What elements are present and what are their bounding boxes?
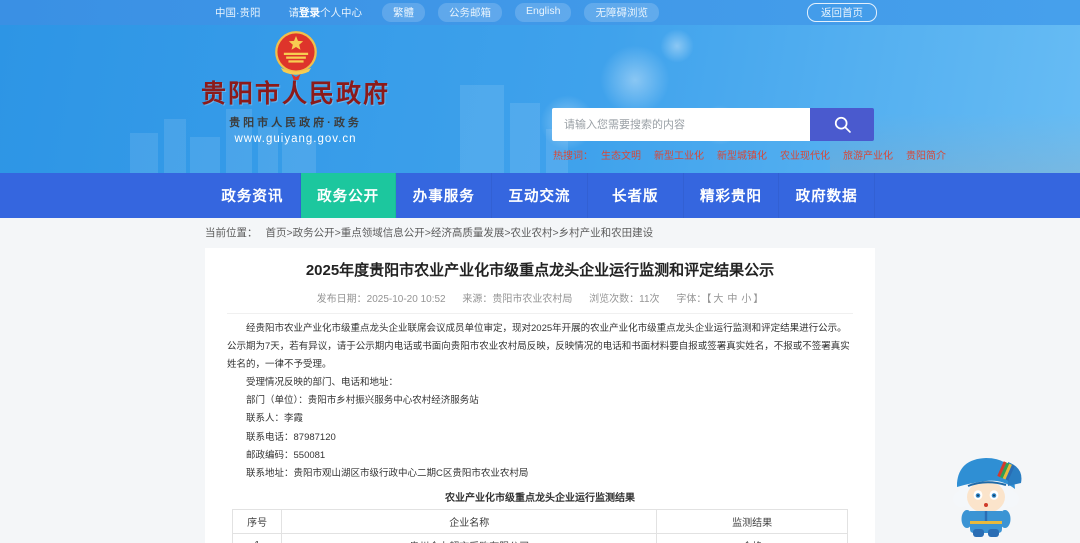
article-paragraph: 部门（单位）：贵阳市乡村振兴服务中心农村经济服务站: [246, 395, 479, 407]
font-size-small-button[interactable]: 小: [741, 294, 751, 305]
assistant-mascot-icon[interactable]: [944, 449, 1028, 537]
result-table-header-cell: 企业名称: [281, 508, 658, 534]
result-table-header-cell: 序号: [231, 508, 283, 534]
login-pre-text: 请: [288, 7, 300, 19]
breadcrumb-path[interactable]: 首页>政务公开>重点领域信息公开>经济高质量发展>农业农村>乡村产业和农田建设: [266, 227, 654, 239]
article-meta: 发布日期：2025-10-20 10:52 来源：贵阳市农业农村局 浏览次数：1…: [227, 290, 853, 315]
article-paragraph: 邮政编码：550081: [246, 449, 326, 461]
cell-monitor-result: 合格: [656, 532, 848, 543]
article-paragraph: 经贵阳市农业产业化市级重点龙头企业联席会议成员单位审定，现对2025年开展的农业…: [227, 323, 850, 371]
hot-search-word-link[interactable]: 农业现代化: [780, 147, 830, 162]
search-input[interactable]: [552, 108, 810, 141]
site-title: 贵阳市人民政府: [200, 80, 390, 108]
national-emblem-icon: [274, 31, 317, 80]
topbar-pill-link[interactable]: English: [515, 3, 572, 22]
topbar-pill-group: 繁體 公务邮箱 English 无障碍浏览: [382, 3, 672, 22]
nav-tab[interactable]: 政务资讯: [205, 173, 301, 218]
view-count: 浏览次数：11次: [589, 294, 660, 306]
font-size-control: 字体：【大中小】: [676, 294, 763, 305]
cell-index: 1: [231, 532, 283, 543]
result-table: 序号企业名称监测结果 1 贵州合力超市采购有限公司 合格 2 贵州友禾种业有限公…: [231, 508, 848, 543]
breadcrumb-label: 当前位置：: [205, 227, 258, 239]
bokeh-decoration: [660, 29, 694, 63]
main-navigation: 政务资讯 政务公开 办事服务 互动交流 长者版 精彩贵阳 政府数据: [0, 173, 1080, 218]
topbar-pill-link[interactable]: 无障碍浏览: [584, 3, 659, 22]
result-table-header-row: 序号 企业名称 监测结果: [231, 508, 848, 534]
back-to-home-button[interactable]: 返回首页: [807, 3, 877, 22]
search-bar: [552, 108, 874, 141]
cell-company-name: 贵州合力超市采购有限公司: [281, 532, 658, 543]
breadcrumb: 当前位置： 首页>政务公开>重点领域信息公开>经济高质量发展>农业农村>乡村产业和…: [205, 226, 1080, 240]
nav-tab[interactable]: 办事服务: [396, 173, 493, 218]
login-link[interactable]: 请登录个人中心: [289, 5, 363, 20]
font-size-label-close: 】: [753, 294, 764, 306]
font-size-large-button[interactable]: 大: [713, 294, 723, 305]
article-paragraph: 联系电话：87987120: [246, 431, 336, 443]
article-title: 2025年度贵阳市农业产业化市级重点龙头企业运行监测和评定结果公示: [305, 262, 775, 279]
publish-date: 发布日期：2025-10-20 10:52: [316, 294, 446, 306]
nav-tab[interactable]: 精彩贵阳: [684, 173, 780, 218]
article-body: 经贵阳市农业产业化市级重点龙头企业联席会议成员单位审定，现对2025年开展的农业…: [227, 320, 853, 482]
nav-tab[interactable]: 长者版: [588, 173, 684, 218]
result-table-header-cell: 监测结果: [656, 508, 848, 534]
article-card: 2025年度贵阳市农业产业化市级重点龙头企业运行监测和评定结果公示 发布日期：2…: [205, 248, 875, 543]
result-table-row: 1 贵州合力超市采购有限公司 合格: [231, 532, 848, 543]
hot-search-label: 热搜词：: [553, 151, 593, 162]
hot-search-word-link[interactable]: 旅游产业化: [843, 147, 893, 162]
article-source: 来源：贵阳市农业农村局: [462, 294, 573, 306]
result-table-body: 1 贵州合力超市采购有限公司 合格 2 贵州友禾种业有限公司 合格 3 贵州松果…: [231, 532, 848, 543]
article-paragraph: 联系地址：贵阳市观山湖区市级行政中心二期C区贵阳市农业农村局: [246, 467, 529, 479]
site-banner: 贵阳市人民政府 贵阳市人民政府·政务 www.guiyang.gov.cn 热搜…: [0, 25, 1080, 173]
site-logo[interactable]: 贵阳市人民政府 贵阳市人民政府·政务 www.guiyang.gov.cn: [198, 30, 393, 145]
login-post-text: 个人中心: [320, 7, 362, 19]
hot-search-word-link[interactable]: 贵阳简介: [906, 147, 946, 162]
bokeh-decoration: [600, 45, 670, 115]
region-link[interactable]: 中国·贵阳: [215, 5, 261, 20]
hot-search-words: 生态文明 新型工业化 新型城镇化 农业现代化 旅游产业化 贵阳简介: [601, 147, 959, 162]
site-url: www.guiyang.gov.cn: [234, 132, 357, 145]
site-subtitle: 贵阳市人民政府·政务: [229, 116, 362, 129]
hot-search-word-link[interactable]: 新型工业化: [654, 147, 704, 162]
login-strong-text: 登录: [299, 7, 320, 19]
result-table-title: 农业产业化市级重点龙头企业运行监测结果: [445, 492, 635, 504]
nav-tab[interactable]: 政府数据: [779, 173, 876, 218]
hot-search-word-link[interactable]: 新型城镇化: [717, 147, 767, 162]
font-size-label: 字体：【: [676, 294, 712, 306]
search-button[interactable]: [810, 108, 874, 141]
article-paragraph: 受理情况反映的部门、电话和地址：: [246, 377, 399, 389]
article-paragraph: 联系人：李霞: [246, 413, 304, 425]
search-icon: [834, 116, 851, 133]
hot-search-row: 热搜词： 生态文明 新型工业化 新型城镇化 农业现代化 旅游产业化 贵阳简介: [553, 147, 959, 162]
nav-tab[interactable]: 互动交流: [492, 173, 588, 218]
top-utility-bar: 中国·贵阳 请登录个人中心 繁體 公务邮箱 English 无障碍浏览 返回首页: [0, 0, 1080, 25]
nav-tab[interactable]: 政务公开: [300, 173, 397, 218]
font-size-medium-button[interactable]: 中: [727, 294, 737, 305]
nav-items: 政务资讯 政务公开 办事服务 互动交流 长者版 精彩贵阳 政府数据: [205, 173, 876, 218]
topbar-pill-link[interactable]: 繁體: [382, 3, 425, 22]
hot-search-word-link[interactable]: 生态文明: [601, 147, 641, 162]
topbar-pill-link[interactable]: 公务邮箱: [438, 3, 502, 22]
